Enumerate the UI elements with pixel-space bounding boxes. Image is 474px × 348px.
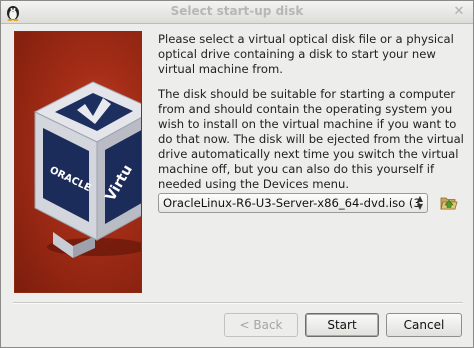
- disk-selector-combobox[interactable]: OracleLinux-R6-U3-Server-x86_64-dvd.iso …: [158, 193, 428, 213]
- folder-open-icon[interactable]: [440, 194, 458, 212]
- window-title: Select start-up disk: [170, 4, 304, 18]
- button-separator: [13, 302, 463, 304]
- chevron-up-down-icon: ▲ ▼: [416, 194, 423, 211]
- back-button[interactable]: < Back: [224, 313, 298, 337]
- instruction-paragraph-1: Please select a virtual optical disk fil…: [158, 32, 454, 76]
- dialog-window: Select start-up disk ✕ ORACLE Virtu Plea…: [0, 0, 474, 348]
- close-icon[interactable]: ✕: [451, 4, 467, 20]
- start-button[interactable]: Start: [305, 313, 379, 337]
- title-bar[interactable]: Select start-up disk ✕: [1, 1, 473, 24]
- disk-selector-value: OracleLinux-R6-U3-Server-x86_64-dvd.iso …: [163, 196, 421, 210]
- instruction-paragraph-2: The disk should be suitable for starting…: [158, 87, 464, 191]
- virtualbox-banner-image: ORACLE Virtu: [14, 31, 142, 293]
- cancel-button[interactable]: Cancel: [386, 313, 462, 337]
- instructions: Please select a virtual optical disk fil…: [158, 32, 464, 202]
